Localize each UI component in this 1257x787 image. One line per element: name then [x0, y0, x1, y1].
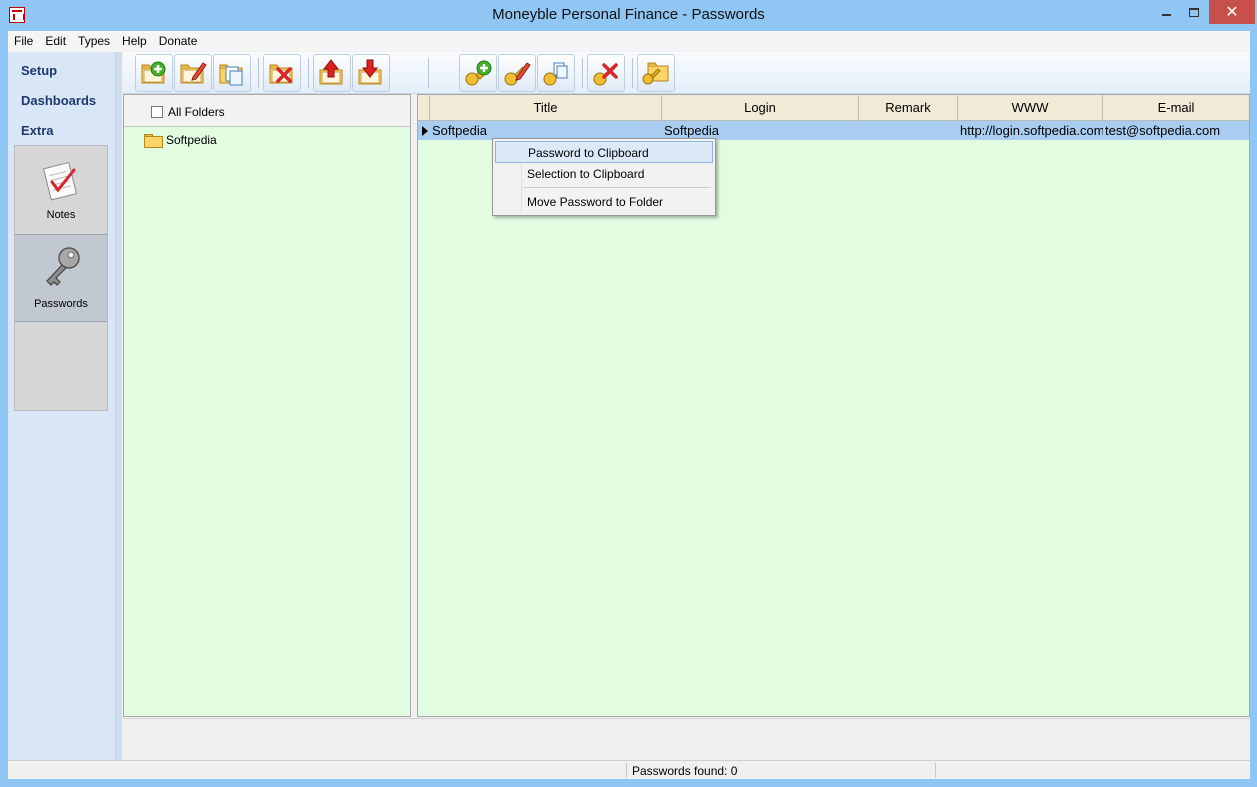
bottom-panel — [123, 718, 1250, 760]
current-row-icon — [422, 126, 428, 136]
column-email[interactable]: E-mail — [1103, 95, 1249, 121]
folder-label: Softpedia — [166, 133, 217, 147]
add-folder-icon — [141, 61, 166, 84]
maximize-button[interactable] — [1180, 0, 1208, 24]
move-down-icon — [358, 59, 382, 85]
delete-folder-icon — [269, 64, 293, 84]
delete-password-icon — [593, 63, 618, 86]
column-title[interactable]: Title — [430, 95, 662, 121]
toolbar-separator — [258, 58, 259, 88]
grid-header: Title Login Remark WWW E-mail — [418, 95, 1249, 121]
column-www[interactable]: WWW — [958, 95, 1103, 121]
close-button[interactable]: ✕ — [1209, 0, 1255, 24]
all-folders-label: All Folders — [168, 105, 225, 119]
delete-password-button[interactable] — [587, 54, 625, 92]
add-folder-button[interactable] — [135, 54, 173, 92]
toolbar-separator — [582, 58, 583, 88]
menu-edit[interactable]: Edit — [39, 31, 72, 51]
copy-password-icon — [543, 62, 568, 86]
status-divider — [935, 763, 936, 778]
left-navigation: Setup Dashboards Extra Notes Passwords — [8, 52, 116, 760]
nav-setup[interactable]: Setup — [21, 63, 57, 78]
edit-password-button[interactable] — [498, 54, 536, 92]
column-remark[interactable]: Remark — [859, 95, 958, 121]
all-folders-checkbox[interactable] — [151, 106, 163, 118]
status-divider — [626, 763, 627, 778]
folder-item[interactable]: Softpedia — [144, 132, 217, 148]
folder-icon — [144, 134, 163, 148]
minimize-button[interactable] — [1152, 0, 1180, 24]
menu-file[interactable]: File — [8, 31, 39, 51]
nav-splitter[interactable] — [116, 52, 122, 760]
copy-password-button[interactable] — [537, 54, 575, 92]
cell-remark — [859, 121, 958, 140]
folders-header: All Folders — [124, 95, 410, 127]
move-up-button[interactable] — [313, 54, 351, 92]
folders-pane: All Folders Softpedia — [123, 94, 411, 717]
move-to-folder-button[interactable] — [637, 54, 675, 92]
edit-folder-button[interactable] — [174, 54, 212, 92]
status-bar: Passwords found: 0 — [8, 760, 1250, 779]
edit-folder-icon — [180, 62, 207, 84]
key-icon — [46, 247, 80, 286]
status-text: Passwords found: 0 — [632, 764, 738, 778]
nav-tile-notes[interactable]: Notes — [15, 146, 107, 234]
toolbar-separator — [308, 58, 309, 88]
maximize-icon — [1189, 7, 1199, 17]
toolbar-separator — [428, 58, 429, 88]
window-title: Moneyble Personal Finance - Passwords — [492, 6, 765, 23]
context-menu: Password to Clipboard Selection to Clipb… — [492, 138, 716, 216]
column-login[interactable]: Login — [662, 95, 859, 121]
row-indicator-header — [418, 95, 430, 121]
ctx-selection-to-clipboard[interactable]: Selection to Clipboard — [495, 163, 713, 185]
nav-extra[interactable]: Extra — [21, 123, 54, 138]
move-to-folder-icon — [642, 62, 669, 85]
ctx-password-to-clipboard[interactable]: Password to Clipboard — [495, 141, 713, 163]
edit-password-icon — [504, 62, 531, 86]
menu-help[interactable]: Help — [116, 31, 153, 51]
delete-folder-button[interactable] — [263, 54, 301, 92]
notes-checklist-icon — [42, 161, 78, 201]
nav-tile-label: Passwords — [34, 298, 88, 310]
toolbar — [123, 52, 1250, 94]
nav-dashboards[interactable]: Dashboards — [21, 93, 96, 108]
copy-folder-icon — [219, 64, 243, 86]
add-password-icon — [465, 60, 492, 86]
menu-types[interactable]: Types — [72, 31, 116, 51]
move-down-button[interactable] — [352, 54, 390, 92]
minimize-icon — [1161, 14, 1171, 16]
menu-bar: File Edit Types Help Donate — [8, 31, 1250, 51]
close-icon: ✕ — [1225, 4, 1239, 21]
context-menu-separator — [523, 187, 711, 188]
ctx-move-password-to-folder[interactable]: Move Password to Folder — [495, 191, 713, 213]
cell-www: http://login.softpedia.com — [960, 123, 1103, 138]
toolbar-separator — [632, 58, 633, 88]
nav-tile-label: Notes — [46, 209, 76, 221]
move-up-icon — [319, 59, 343, 85]
add-password-button[interactable] — [459, 54, 497, 92]
cell-email: test@softpedia.com — [1105, 123, 1221, 138]
title-bar: Moneyble Personal Finance - Passwords ✕ — [0, 0, 1257, 31]
module-panel: Notes Passwords — [14, 145, 108, 411]
nav-tile-passwords[interactable]: Passwords — [15, 234, 107, 322]
menu-donate[interactable]: Donate — [153, 31, 204, 51]
copy-folder-button[interactable] — [213, 54, 251, 92]
